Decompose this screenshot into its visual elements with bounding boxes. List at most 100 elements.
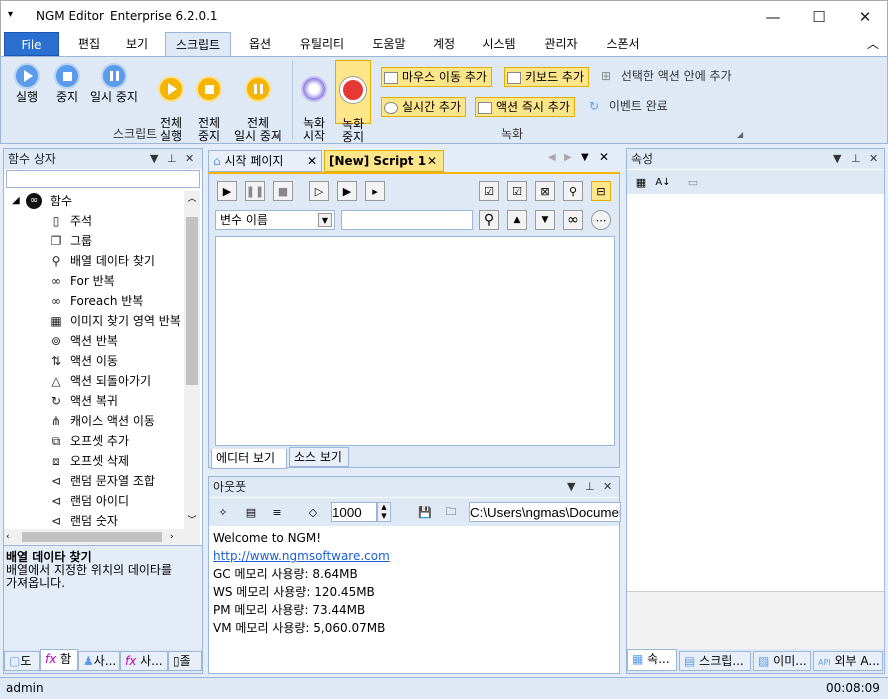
editor-pause-icon[interactable]: ❚❚ [245, 181, 265, 201]
minimize-button[interactable]: — [750, 1, 796, 33]
dropdown-icon[interactable]: ▼ [567, 477, 575, 497]
document-close-icon[interactable]: ✕ [599, 150, 609, 164]
script-canvas[interactable] [215, 236, 615, 446]
delete-icon[interactable]: ⊠ [535, 181, 555, 201]
property-grid[interactable] [627, 195, 884, 591]
tree-vscroll-thumb[interactable] [186, 217, 198, 385]
pin-icon[interactable]: ⊥ [585, 477, 595, 497]
checkbox-outline-icon[interactable]: ☑ [507, 181, 527, 201]
tree-view-icon[interactable]: ⊟ [591, 181, 611, 201]
tree-item[interactable]: ⊲ 랜덤 아이디 [48, 491, 129, 511]
delay-stepper[interactable]: ▲ ▼ [377, 502, 391, 522]
variable-value-input[interactable] [341, 210, 473, 230]
pin-icon[interactable]: ⊥ [167, 149, 177, 169]
tree-item[interactable]: ⋔ 캐이스 액션 이동 [48, 411, 155, 431]
tab-left-5[interactable]: ▯졸 [168, 651, 202, 671]
tree-item[interactable]: ⚲ 배열 데이타 찾기 [48, 251, 155, 271]
editor-step-icon[interactable]: ▷ [309, 181, 329, 201]
delay-input[interactable] [331, 502, 377, 522]
scroll-down-icon[interactable]: ﹀ [184, 513, 200, 529]
console-link[interactable]: http://www.ngmsoftware.com [213, 547, 390, 565]
tab-close-icon[interactable]: ✕ [307, 151, 317, 171]
tree-item[interactable]: ⊚ 액션 반복 [48, 331, 118, 351]
menu-system[interactable]: 시스템 [475, 32, 523, 56]
menu-edit[interactable]: 편집 [71, 32, 107, 56]
document-check-icon[interactable]: ▤ [241, 502, 261, 522]
menu-utility[interactable]: 유틸리티 [291, 32, 353, 56]
tree-item[interactable]: ⊲ 랜덤 문자열 조합 [48, 471, 155, 491]
editor-stop-icon[interactable]: ■ [273, 181, 293, 201]
scroll-up-icon[interactable]: ︿ [184, 191, 200, 207]
menu-help[interactable]: 도움말 [366, 32, 412, 56]
tree-item[interactable]: △ 액션 되돌아가기 [48, 371, 151, 391]
tree-item[interactable]: ∞ For 반복 [48, 271, 115, 291]
editor-search-icon[interactable]: ⚲ [563, 181, 583, 201]
tree-hscroll-thumb[interactable] [22, 532, 162, 542]
pause-button[interactable]: 일시 중지 [85, 63, 143, 104]
menu-sponsor[interactable]: 스폰서 [599, 32, 647, 56]
script-group-launcher-icon[interactable]: ◢ [274, 130, 280, 139]
property-pages-icon[interactable]: ▭ [683, 172, 703, 192]
scroll-right-icon[interactable]: › [170, 529, 174, 545]
tree-item[interactable]: ▯ 주석 [48, 211, 92, 231]
menu-options[interactable]: 옵션 [242, 32, 278, 56]
panel-close-icon[interactable]: ✕ [869, 149, 878, 169]
panel-close-icon[interactable]: ✕ [185, 149, 194, 169]
tab-prev-icon[interactable]: ◀ [548, 152, 556, 163]
tab-editor-view[interactable]: 에디터 보기 [211, 449, 287, 469]
tree-item[interactable]: ↻ 액션 복귀 [48, 391, 118, 411]
categorized-icon[interactable]: ▦ [631, 172, 651, 192]
tab-script-1[interactable]: [New] Script 1 ✕ [324, 150, 444, 172]
menu-view[interactable]: 보기 [119, 32, 155, 56]
record-stop-button[interactable]: 녹화 중지 [335, 60, 371, 144]
run-button[interactable]: 실행 [5, 63, 49, 104]
tab-start-page[interactable]: ⌂ 시작 페이지 ✕ [208, 150, 322, 172]
tab-left-1[interactable]: ▢도 [4, 651, 40, 671]
menu-admin[interactable]: 관리자 [537, 32, 585, 56]
dropdown-icon[interactable]: ▼ [833, 149, 841, 169]
menu-script[interactable]: 스크립트 [165, 32, 231, 56]
add-mouse-move-button[interactable]: 마우스 이동 추가 [381, 67, 492, 87]
tab-properties[interactable]: ▦ 속... [627, 649, 677, 671]
tab-close-icon[interactable]: ✕ [427, 151, 437, 171]
tab-scripts[interactable]: ▤ 스크립... [679, 651, 751, 671]
function-root-label[interactable]: 함수 [50, 191, 72, 211]
editor-play-icon[interactable]: ▶ [217, 181, 237, 201]
eraser-icon[interactable]: ◇ [303, 502, 323, 522]
editor-step-into-icon[interactable]: ▸ [365, 181, 385, 201]
tree-item[interactable]: ⊲ 랜덤 숫자 [48, 511, 118, 529]
tab-next-icon[interactable]: ▶ [564, 152, 572, 163]
move-up-icon[interactable]: ▲ [507, 210, 527, 230]
tab-list-icon[interactable]: ▼ [581, 152, 589, 163]
record-group-launcher-icon[interactable]: ◢ [737, 130, 743, 139]
add-action-now-button[interactable]: 액션 즉시 추가 [475, 97, 575, 117]
variable-search-icon[interactable]: ⚲ [479, 210, 499, 230]
tree-hscrollbar[interactable]: ‹ › [4, 529, 200, 545]
pin-icon[interactable]: ⊥ [851, 149, 861, 169]
folder-icon[interactable]: 🗀 [441, 502, 461, 522]
move-down-icon[interactable]: ▼ [535, 210, 555, 230]
menu-file[interactable]: File [4, 32, 59, 56]
panel-close-icon[interactable]: ✕ [603, 477, 612, 497]
system-menu-icon[interactable]: ▾ [8, 9, 13, 20]
menu-account[interactable]: 계정 [426, 32, 462, 56]
sort-alpha-icon[interactable]: A↓ [653, 172, 673, 192]
tree-item[interactable]: ❐ 그룹 [48, 231, 92, 251]
more-icon[interactable]: ⋯ [591, 210, 611, 230]
loop-icon[interactable]: ∞ [563, 210, 583, 230]
tab-source-view[interactable]: 소스 보기 [289, 447, 349, 467]
record-start-button[interactable]: 녹화 시작 [295, 63, 333, 143]
tree-item[interactable]: ∞ Foreach 반복 [48, 291, 143, 311]
dropdown-icon[interactable]: ▼ [150, 149, 158, 169]
clean-icon[interactable]: ✧ [213, 502, 233, 522]
tree-vscrollbar[interactable]: ︿ ﹀ [184, 191, 200, 529]
editor-step-box-icon[interactable]: ▶ [337, 181, 357, 201]
scroll-left-icon[interactable]: ‹ [6, 529, 10, 545]
checkbox-icon[interactable]: ☑ [479, 181, 499, 201]
tab-external-api[interactable]: API 외부 A... [813, 651, 883, 671]
maximize-button[interactable]: ☐ [796, 1, 842, 33]
add-into-selected-button[interactable]: ⊞ 선택한 액션 안에 추가 [601, 67, 732, 87]
stop-button[interactable]: 중지 [45, 63, 89, 104]
tree-item[interactable]: ⧉ 오프셋 추가 [48, 431, 129, 451]
close-button[interactable]: ✕ [842, 1, 888, 33]
